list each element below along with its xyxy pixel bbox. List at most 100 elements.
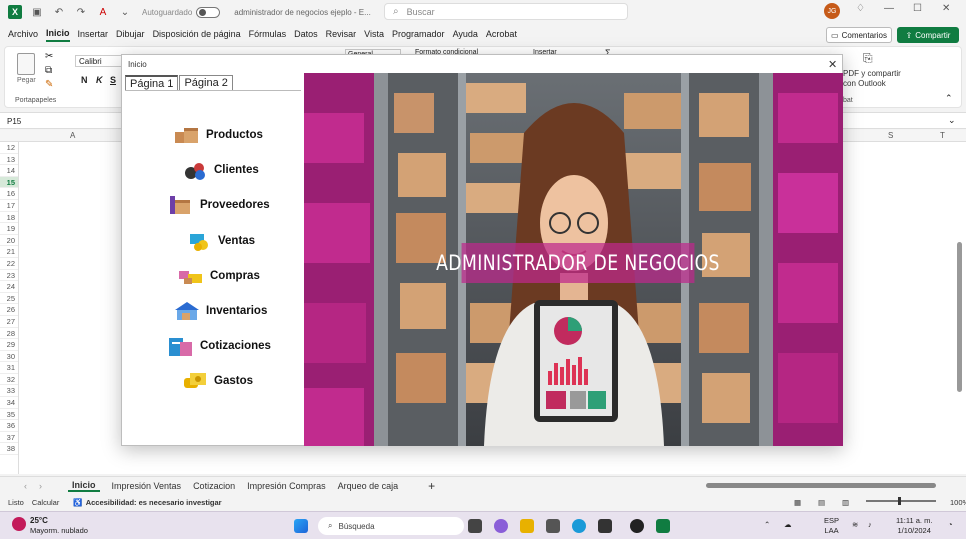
row-header[interactable]: 31	[0, 362, 18, 374]
autosave-toggle[interactable]	[196, 6, 221, 18]
share-button[interactable]: ⇪ Compartir	[897, 27, 959, 43]
dialog-tab-pagina-2[interactable]: Página 2	[179, 75, 233, 90]
normal-view-icon[interactable]: ▦	[794, 498, 801, 507]
prev-sheet-icon[interactable]: ‹	[24, 481, 27, 491]
col-header-a[interactable]: A	[70, 131, 75, 140]
sheet-tab-impresion-ventas[interactable]: Impresión Ventas	[112, 481, 182, 491]
onedrive-icon[interactable]: ☁	[784, 520, 792, 530]
row-header[interactable]: 15	[0, 176, 18, 189]
row-header[interactable]: 37	[0, 432, 18, 444]
vertical-scrollbar[interactable]	[955, 142, 963, 474]
italic-button[interactable]: K	[96, 75, 103, 85]
row-header[interactable]: 30	[0, 351, 18, 363]
tab-acrobat[interactable]: Acrobat	[486, 29, 517, 41]
tab-revisar[interactable]: Revisar	[326, 29, 357, 41]
sheet-tab-cotizacion[interactable]: Cotizacion	[193, 481, 235, 491]
sheet-tab-arqueo[interactable]: Arqueo de caja	[338, 481, 399, 491]
row-header[interactable]: 29	[0, 339, 18, 351]
tab-inicio[interactable]: Inicio	[46, 28, 70, 42]
next-sheet-icon[interactable]: ›	[39, 481, 42, 491]
row-header[interactable]: 38	[0, 443, 18, 456]
row-header[interactable]: 13	[0, 154, 18, 166]
font-name-box[interactable]: Calibri	[75, 55, 127, 67]
tab-disposicion[interactable]: Disposición de página	[153, 29, 241, 41]
tab-datos[interactable]: Datos	[294, 29, 318, 41]
close-icon[interactable]: ✕	[942, 3, 950, 14]
row-header[interactable]: 34	[0, 397, 18, 409]
row-header[interactable]: 32	[0, 374, 18, 386]
tab-ayuda[interactable]: Ayuda	[453, 29, 478, 41]
app-icon[interactable]	[598, 519, 612, 533]
undo-icon[interactable]: ↶	[52, 5, 66, 19]
row-header[interactable]: 18	[0, 212, 18, 224]
redo-icon[interactable]: ↷	[74, 5, 88, 19]
zoom-slider[interactable]	[866, 497, 936, 505]
avatar[interactable]: JG	[824, 3, 840, 19]
outlook-pdf-icon[interactable]: ⎘	[863, 51, 873, 66]
row-header[interactable]: 25	[0, 293, 18, 305]
add-sheet-icon[interactable]: +	[428, 479, 435, 493]
font-color-icon[interactable]: A	[96, 5, 110, 19]
row-header[interactable]: 35	[0, 409, 18, 421]
page-layout-icon[interactable]: ▤	[818, 498, 825, 507]
row-header[interactable]: 33	[0, 385, 18, 398]
notifications-icon[interactable]: ◔	[948, 520, 953, 530]
row-header[interactable]: 17	[0, 200, 18, 212]
page-break-icon[interactable]: ▥	[842, 498, 849, 507]
expand-formula-icon[interactable]: ⌄	[948, 115, 956, 126]
format-painter-icon[interactable]: ✎	[45, 79, 53, 90]
taskbar-search[interactable]: ⌕ Búsqueda	[318, 517, 464, 535]
dialog-tab-pagina-1[interactable]: Página 1	[125, 75, 179, 90]
menu-item-cotizaciones[interactable]: Cotizaciones	[166, 334, 316, 358]
copy-icon[interactable]: ⧉	[45, 65, 52, 76]
sheet-tab-impresion-compras[interactable]: Impresión Compras	[247, 481, 326, 491]
dialog-close-button[interactable]: ✕	[828, 58, 837, 71]
tab-insertar[interactable]: Insertar	[78, 29, 109, 41]
customize-icon[interactable]: ⌄	[118, 5, 132, 19]
comments-button[interactable]: ▭ Comentarios	[826, 27, 892, 43]
tray-chevron-icon[interactable]: ⌃	[764, 520, 770, 530]
row-header[interactable]: 14	[0, 165, 18, 177]
cut-icon[interactable]: ✂	[45, 51, 53, 62]
tab-dibujar[interactable]: Dibujar	[116, 29, 145, 41]
paste-icon[interactable]	[17, 53, 35, 75]
zoom-level[interactable]: 100%	[950, 498, 966, 507]
task-view-icon[interactable]	[468, 519, 482, 533]
menu-item-productos[interactable]: Productos	[172, 123, 322, 147]
start-icon[interactable]	[294, 519, 308, 533]
row-header[interactable]: 12	[0, 142, 18, 154]
lightbulb-icon[interactable]: ♢	[856, 3, 865, 14]
row-header[interactable]: 36	[0, 420, 18, 432]
row-header[interactable]: 20	[0, 235, 18, 247]
weather-widget[interactable]: 25°C Mayorm. nublado	[12, 516, 88, 536]
tab-programador[interactable]: Programador	[392, 29, 445, 41]
pdf-share-button[interactable]: PDF y compartir con Outlook	[843, 69, 901, 89]
collapse-ribbon-icon[interactable]: ⌃	[945, 93, 953, 104]
wifi-icon[interactable]: ≋	[852, 520, 858, 530]
menu-item-inventarios[interactable]: Inventarios	[172, 299, 322, 323]
store-icon[interactable]	[546, 519, 560, 533]
save-icon[interactable]: ▣	[30, 5, 44, 19]
row-header[interactable]: 27	[0, 316, 18, 328]
sheet-tab-inicio[interactable]: Inicio	[68, 480, 100, 492]
row-header[interactable]: 23	[0, 270, 18, 282]
bold-button[interactable]: N	[81, 75, 88, 85]
copilot-icon[interactable]	[494, 519, 508, 533]
row-header[interactable]: 19	[0, 223, 18, 235]
col-header-s[interactable]: S	[888, 131, 893, 140]
tab-vista[interactable]: Vista	[364, 29, 384, 41]
name-box[interactable]: P15	[4, 115, 64, 128]
minimize-icon[interactable]: —	[884, 3, 894, 14]
language-indicator[interactable]: ESP LAA	[824, 516, 839, 536]
maximize-icon[interactable]: ☐	[913, 3, 922, 14]
menu-item-proveedores[interactable]: Proveedores	[166, 193, 316, 217]
edge-icon[interactable]	[572, 519, 586, 533]
underline-button[interactable]: S	[110, 75, 116, 85]
excel-taskbar-icon[interactable]	[656, 519, 670, 533]
horizontal-scrollbar[interactable]	[706, 483, 936, 488]
search-input[interactable]: ⌕ Buscar	[384, 3, 628, 20]
row-header[interactable]: 24	[0, 281, 18, 293]
tab-archivo[interactable]: Archivo	[8, 29, 38, 41]
status-accessibility[interactable]: Accesibilidad: es necesario investigar	[86, 498, 222, 507]
status-calc[interactable]: Calcular	[32, 498, 60, 507]
